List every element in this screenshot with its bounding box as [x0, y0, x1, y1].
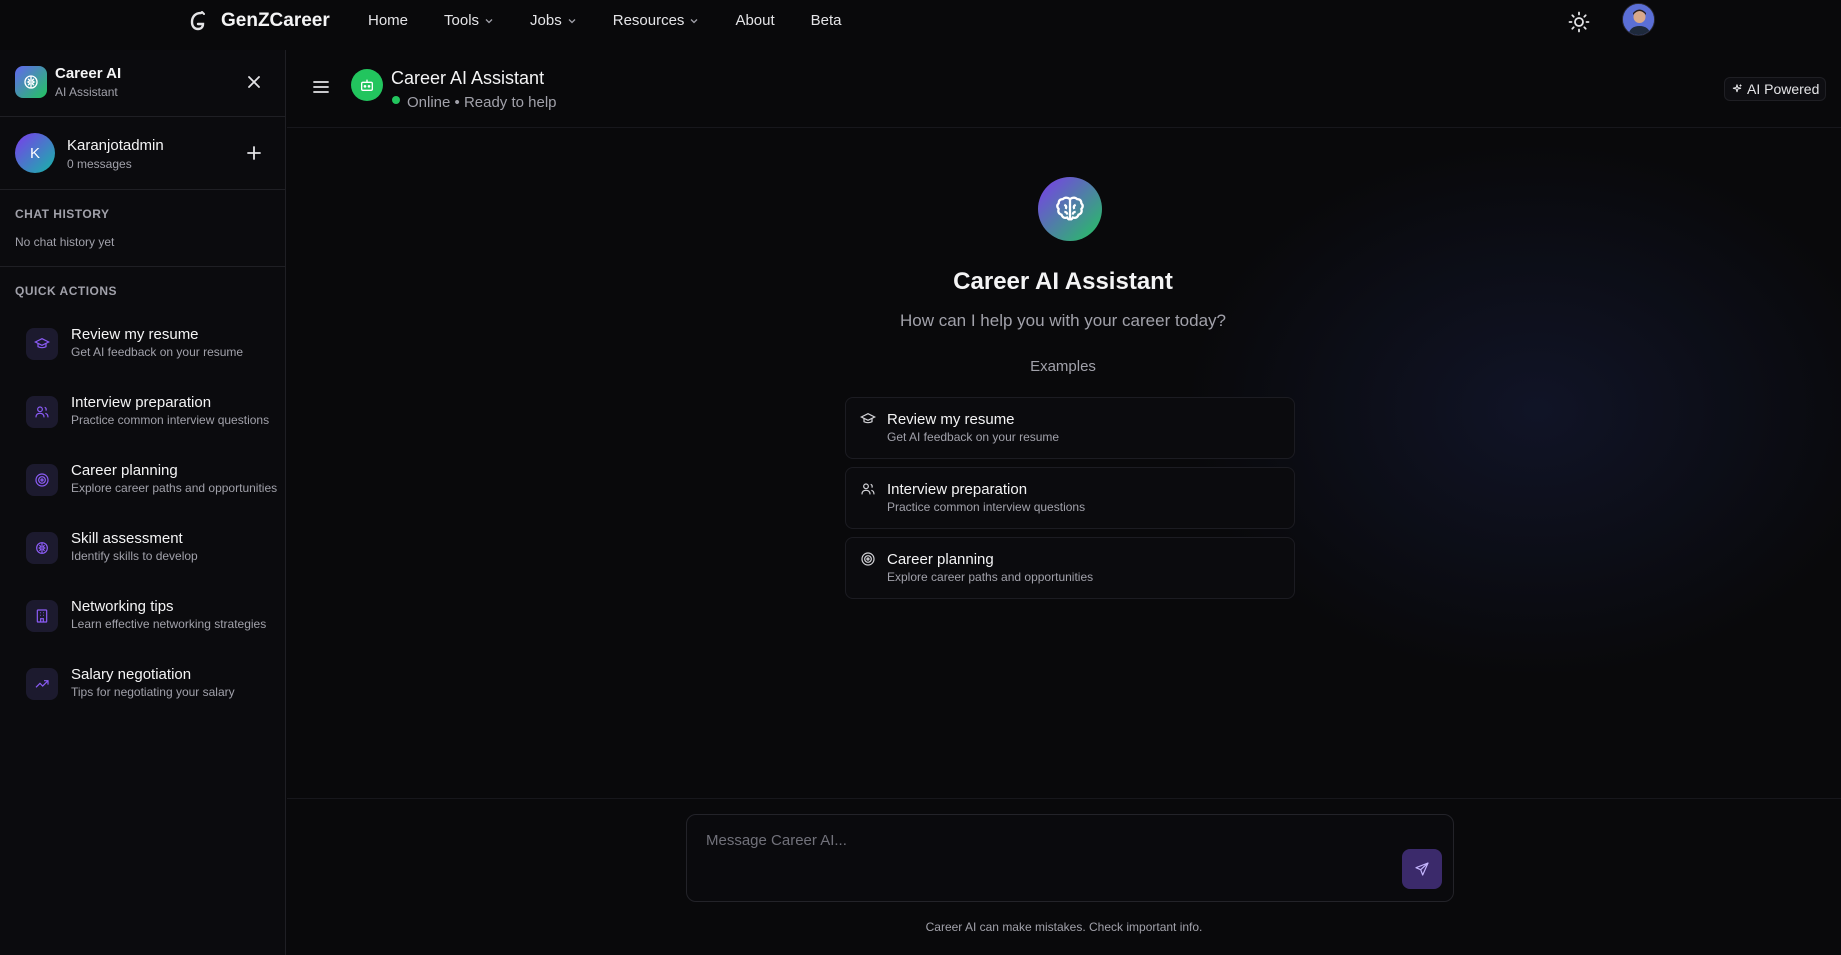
- new-chat-plus-icon[interactable]: [244, 143, 264, 163]
- quick-action-desc: Identify skills to develop: [71, 549, 198, 563]
- nav-jobs-label: Jobs: [530, 12, 562, 29]
- chevron-down-icon: [568, 18, 576, 23]
- bot-icon: [351, 69, 383, 101]
- users-icon: [861, 483, 875, 495]
- nav-tools-dropdown[interactable]: Tools: [444, 12, 494, 29]
- chevron-down-icon: [485, 18, 493, 23]
- send-button[interactable]: [1402, 849, 1442, 889]
- sidebar-user: K Karanjotadmin 0 messages: [0, 117, 286, 190]
- hero-subtitle: How can I help you with your career toda…: [899, 311, 1226, 330]
- nav-links: Home Tools Jobs Resources About Beta: [368, 12, 878, 29]
- nav-resources-dropdown[interactable]: Resources: [613, 12, 700, 29]
- quick-action-salary[interactable]: Salary negotiation Tips for negotiating …: [26, 662, 286, 712]
- close-icon[interactable]: [244, 72, 264, 92]
- nav-home[interactable]: Home: [368, 12, 408, 29]
- hero-title: Career AI Assistant: [953, 268, 1173, 295]
- sidebar-header: Career AI AI Assistant: [0, 50, 286, 117]
- example-desc: Explore career paths and opportunities: [887, 570, 1094, 584]
- nav-jobs-dropdown[interactable]: Jobs: [530, 12, 577, 29]
- message-composer: [686, 814, 1454, 902]
- sun-icon[interactable]: [1567, 10, 1591, 34]
- quick-action-desc: Tips for negotiating your salary: [71, 685, 235, 699]
- quick-action-title: Salary negotiation: [71, 666, 192, 683]
- building-icon: [26, 600, 58, 632]
- quick-actions-title: QUICK ACTIONS: [15, 284, 118, 298]
- quick-action-title: Skill assessment: [71, 530, 183, 547]
- graduation-cap-icon: [860, 412, 876, 424]
- nav-beta-label: Beta: [810, 12, 842, 29]
- message-count: 0 messages: [67, 157, 132, 171]
- examples-label: Examples: [1030, 358, 1096, 375]
- quick-action-career-planning[interactable]: Career planning Explore career paths and…: [26, 458, 286, 508]
- quick-action-desc: Explore career paths and opportunities: [71, 481, 278, 495]
- sparkles-icon: [1732, 84, 1742, 93]
- graduation-cap-icon: [26, 328, 58, 360]
- target-icon: [26, 464, 58, 496]
- quick-action-networking[interactable]: Networking tips Learn effective networki…: [26, 594, 286, 644]
- example-title: Interview preparation: [887, 481, 1028, 498]
- brand-logo-link[interactable]: GenZCareer: [189, 10, 330, 32]
- ai-badge-label: AI Powered: [1747, 81, 1820, 97]
- chat-main: Career AI Assistant Online • Ready to he…: [287, 50, 1841, 955]
- message-input[interactable]: [706, 832, 1386, 862]
- genzcareer-logo-icon: [190, 11, 205, 31]
- quick-action-title: Interview preparation: [71, 394, 212, 411]
- nav-home-label: Home: [368, 12, 409, 29]
- status-text: Online • Ready to help: [407, 94, 557, 111]
- quick-action-review-resume[interactable]: Review my resume Get AI feedback on your…: [26, 322, 286, 372]
- chat-title: Career AI Assistant: [391, 68, 545, 88]
- trending-up-icon: [26, 668, 58, 700]
- example-interview-prep[interactable]: Interview preparation Practice common in…: [845, 467, 1295, 529]
- quick-action-desc: Learn effective networking strategies: [71, 617, 267, 631]
- nav-about-label: About: [735, 12, 775, 29]
- example-title: Review my resume: [887, 411, 1015, 428]
- user-avatar[interactable]: [1622, 3, 1655, 36]
- ai-powered-badge: AI Powered: [1724, 77, 1827, 101]
- sidebar-divider: [0, 266, 286, 267]
- sidebar: Career AI AI Assistant K Karanjotadmin 0…: [0, 50, 286, 955]
- quick-action-desc: Get AI feedback on your resume: [71, 345, 244, 359]
- chat-header: Career AI Assistant Online • Ready to he…: [287, 50, 1841, 128]
- user-photo-icon: [1623, 4, 1654, 35]
- chat-history-empty: No chat history yet: [15, 235, 115, 249]
- chevron-down-icon: [690, 18, 698, 23]
- quick-action-skill-assessment[interactable]: Skill assessment Identify skills to deve…: [26, 526, 286, 576]
- send-icon: [1415, 862, 1429, 876]
- nav-beta[interactable]: Beta: [811, 12, 842, 29]
- example-review-resume[interactable]: Review my resume Get AI feedback on your…: [845, 397, 1295, 459]
- user-initial-avatar: K: [15, 133, 55, 173]
- user-name: Karanjotadmin: [67, 137, 164, 154]
- sidebar-subtitle: AI Assistant: [55, 85, 118, 99]
- example-desc: Practice common interview questions: [887, 500, 1086, 514]
- brain-icon: [1038, 177, 1102, 241]
- quick-action-title: Networking tips: [71, 598, 174, 615]
- brain-icon: [26, 532, 58, 564]
- example-career-planning[interactable]: Career planning Explore career paths and…: [845, 537, 1295, 599]
- users-icon: [26, 396, 58, 428]
- chat-history-title: CHAT HISTORY: [15, 207, 110, 221]
- brand-name: GenZCareer: [221, 10, 330, 31]
- composer-area: Career AI can make mistakes. Check impor…: [287, 798, 1841, 955]
- app-root: GenZCareer Home Tools Jobs Resources Abo…: [0, 0, 1841, 955]
- menu-icon[interactable]: [311, 77, 331, 97]
- quick-action-interview-prep[interactable]: Interview preparation Practice common in…: [26, 390, 286, 440]
- example-desc: Get AI feedback on your resume: [887, 430, 1060, 444]
- quick-action-title: Career planning: [71, 462, 178, 479]
- sidebar-title: Career AI: [55, 65, 122, 82]
- top-nav: GenZCareer Home Tools Jobs Resources Abo…: [0, 0, 1841, 44]
- nav-about[interactable]: About: [735, 12, 774, 29]
- quick-action-title: Review my resume: [71, 326, 199, 343]
- disclaimer-text: Career AI can make mistakes. Check impor…: [925, 920, 1203, 934]
- quick-action-desc: Practice common interview questions: [71, 413, 270, 427]
- online-status-dot: [392, 96, 400, 104]
- brain-icon: [15, 66, 47, 98]
- target-icon: [861, 552, 875, 566]
- nav-tools-label: Tools: [444, 12, 480, 29]
- nav-resources-label: Resources: [612, 12, 685, 29]
- example-title: Career planning: [887, 551, 994, 568]
